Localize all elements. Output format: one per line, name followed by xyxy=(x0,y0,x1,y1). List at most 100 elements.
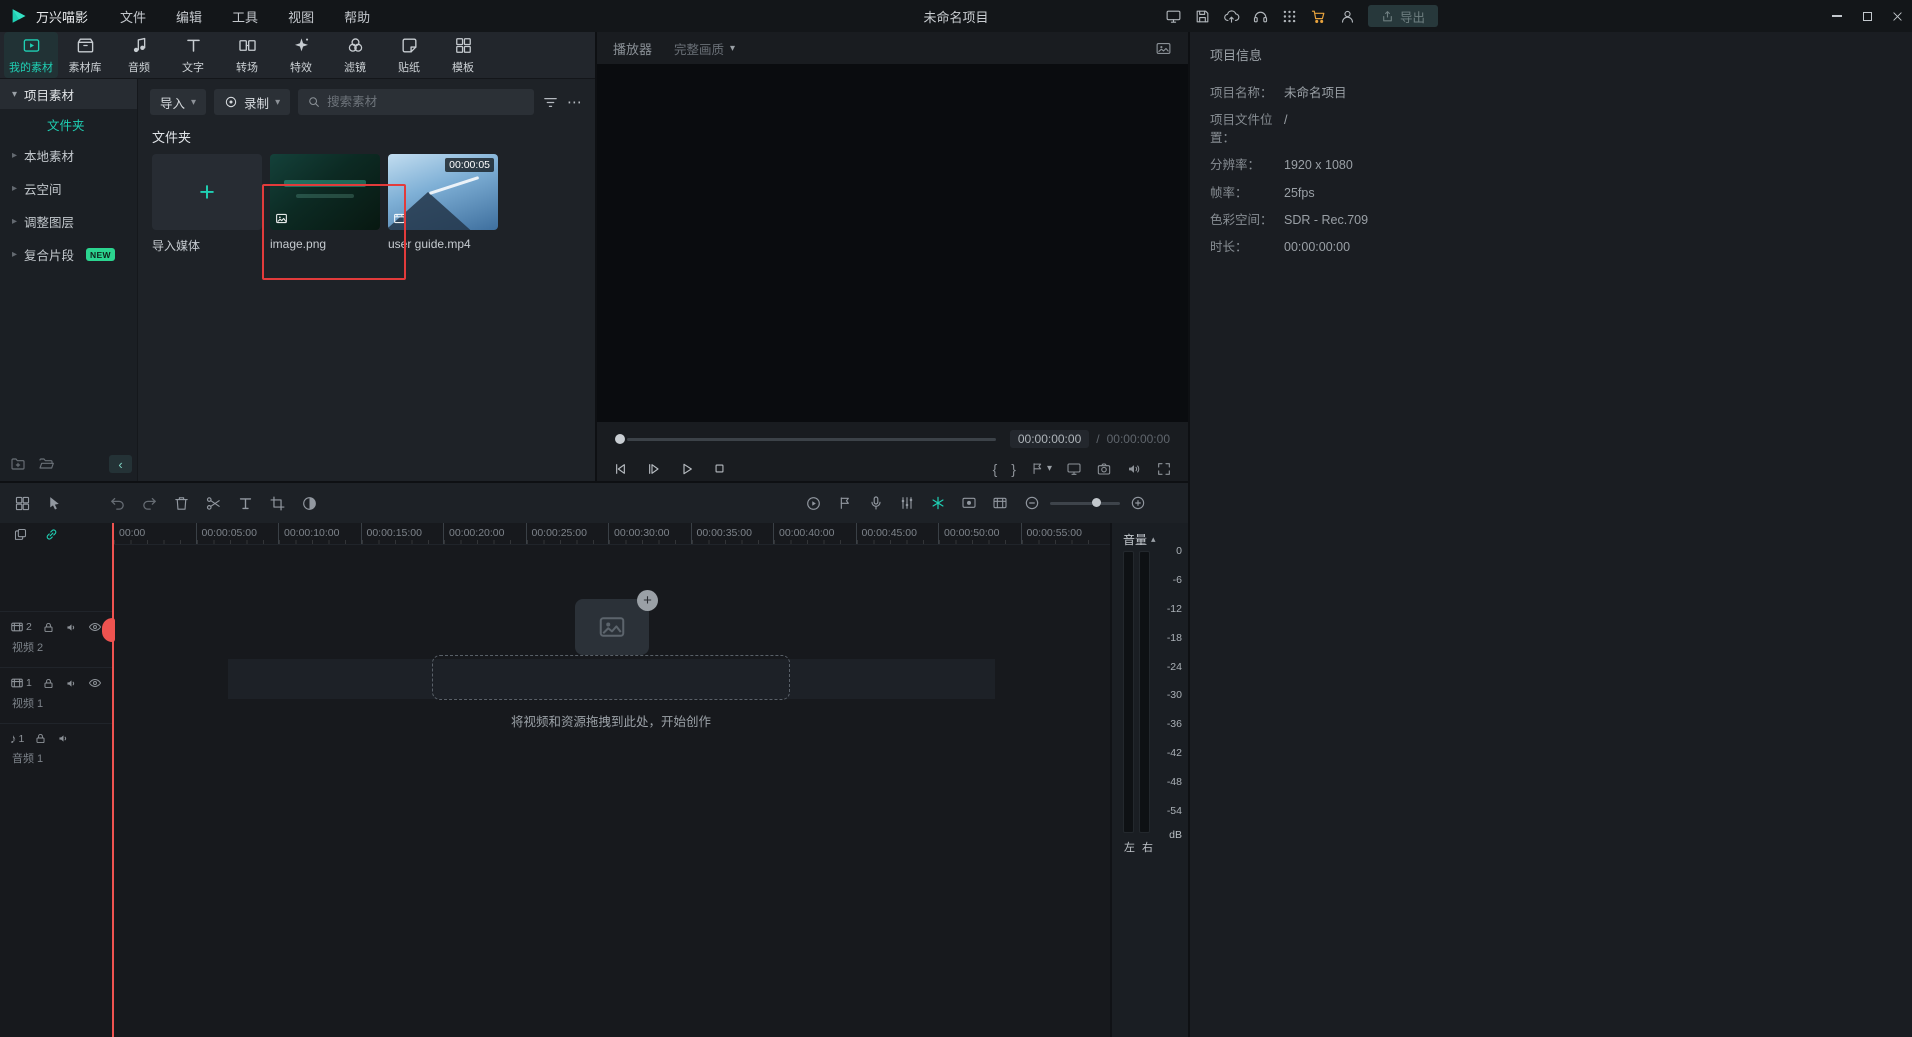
marker-icon[interactable] xyxy=(837,495,853,511)
screen-record-icon[interactable] xyxy=(961,495,977,511)
delete-icon[interactable] xyxy=(173,495,190,512)
export-button[interactable]: 导出 xyxy=(1368,5,1438,27)
audio-mixer-icon[interactable] xyxy=(899,495,915,511)
sidebar-item-cloud-space[interactable]: ▸ 云空间 xyxy=(0,172,137,205)
lock-icon[interactable] xyxy=(34,732,47,745)
manage-tracks-icon[interactable] xyxy=(13,527,28,542)
account-icon[interactable] xyxy=(1339,8,1356,25)
menu-edit[interactable]: 编辑 xyxy=(176,7,202,26)
maximize-button[interactable] xyxy=(1852,0,1882,32)
image-thumbnail[interactable] xyxy=(270,154,380,230)
second-screen-icon[interactable] xyxy=(1066,461,1082,477)
media-item-video[interactable]: 00:00:05 user guide.mp4 xyxy=(388,154,498,254)
search-input[interactable] xyxy=(327,95,525,109)
tab-my-media[interactable]: 我的素材 xyxy=(4,32,58,78)
collapse-sidebar-button[interactable]: ‹ xyxy=(109,455,132,473)
new-folder-icon[interactable] xyxy=(10,456,26,472)
minimize-button[interactable] xyxy=(1822,0,1852,32)
menu-tools[interactable]: 工具 xyxy=(232,7,258,26)
zoom-in-icon[interactable] xyxy=(1130,495,1146,511)
mute-speaker-icon[interactable] xyxy=(65,621,78,634)
sidebar-item-local-media[interactable]: ▸ 本地素材 xyxy=(0,139,137,172)
visibility-eye-icon[interactable] xyxy=(88,620,102,634)
mark-out-icon[interactable]: } xyxy=(1011,461,1016,477)
more-options-icon[interactable]: ⋯ xyxy=(567,93,583,111)
plus-icon: + xyxy=(643,593,652,608)
split-scissors-icon[interactable] xyxy=(205,495,222,512)
tab-effects[interactable]: 特效 xyxy=(274,32,328,78)
media-dropzone[interactable] xyxy=(432,655,790,700)
select-tool-icon[interactable] xyxy=(46,495,63,512)
sidebar-item-adjustment-layer[interactable]: ▸ 调整图层 xyxy=(0,205,137,238)
tab-stickers[interactable]: 贴纸 xyxy=(382,32,436,78)
save-icon[interactable] xyxy=(1194,8,1211,25)
previous-frame-button[interactable] xyxy=(613,461,629,477)
lock-icon[interactable] xyxy=(42,677,55,690)
undo-icon[interactable] xyxy=(109,495,126,512)
volume-meter-header[interactable]: 音量 ▴ xyxy=(1123,529,1156,549)
crop-icon[interactable] xyxy=(269,495,286,512)
tab-audio[interactable]: 音频 xyxy=(112,32,166,78)
media-item-image[interactable]: image.png xyxy=(270,154,380,254)
tab-text[interactable]: 文字 xyxy=(166,32,220,78)
seek-knob[interactable] xyxy=(615,434,625,444)
mute-speaker-icon[interactable] xyxy=(57,732,70,745)
tab-stock-library[interactable]: 素材库 xyxy=(58,32,112,78)
store-cart-icon[interactable] xyxy=(1310,8,1327,25)
text-tool-icon[interactable] xyxy=(237,495,254,512)
sidebar-item-compound-clip[interactable]: ▸ 复合片段 NEW xyxy=(0,238,137,271)
voiceover-mic-icon[interactable] xyxy=(868,495,884,511)
play-from-start-button[interactable] xyxy=(646,461,662,477)
support-headset-icon[interactable] xyxy=(1252,8,1269,25)
import-button[interactable]: 导入 ▾ xyxy=(150,89,206,115)
sidebar-item-folder[interactable]: 文件夹 xyxy=(0,109,137,139)
timeline-ruler[interactable]: 00:00 00:00:05:00 00:00:10:00 00:00:15:0… xyxy=(113,523,1110,545)
mute-speaker-icon[interactable] xyxy=(65,677,78,690)
filter-icon[interactable] xyxy=(542,94,559,111)
app-logo-icon xyxy=(10,7,28,25)
redo-icon[interactable] xyxy=(141,495,158,512)
visibility-eye-icon[interactable] xyxy=(88,676,102,690)
open-folder-icon[interactable] xyxy=(38,456,54,472)
import-media-thumb[interactable]: + xyxy=(152,154,262,230)
menu-file[interactable]: 文件 xyxy=(120,7,146,26)
stop-button[interactable] xyxy=(712,461,727,476)
zoom-slider-knob[interactable] xyxy=(1092,498,1101,507)
quality-dropdown[interactable]: 完整画质 ▾ xyxy=(674,39,735,58)
tab-filters[interactable]: 滤镜 xyxy=(328,32,382,78)
chevron-up-icon: ▴ xyxy=(1151,534,1156,545)
lock-icon[interactable] xyxy=(42,621,55,634)
menu-view[interactable]: 视图 xyxy=(288,7,314,26)
menu-help[interactable]: 帮助 xyxy=(344,7,370,26)
color-match-icon[interactable] xyxy=(301,495,318,512)
info-label: 时长： xyxy=(1210,238,1274,256)
auto-ripple-link-icon[interactable] xyxy=(44,527,59,542)
playhead[interactable] xyxy=(112,523,114,1037)
render-preview-icon[interactable] xyxy=(805,495,822,512)
media-grid: + 导入媒体 image.png xyxy=(138,154,595,254)
mark-in-icon[interactable]: { xyxy=(993,461,998,477)
close-button[interactable] xyxy=(1882,0,1912,32)
tab-transitions[interactable]: 转场 xyxy=(220,32,274,78)
record-button[interactable]: 录制 ▾ xyxy=(214,89,290,115)
speaker-icon[interactable] xyxy=(1126,461,1142,477)
video-thumbnail[interactable]: 00:00:05 xyxy=(388,154,498,230)
filmstrip-view-icon[interactable] xyxy=(992,495,1008,511)
workspace-layout-icon[interactable] xyxy=(14,495,31,512)
tab-templates[interactable]: 模板 xyxy=(436,32,490,78)
cloud-upload-icon[interactable] xyxy=(1223,8,1240,25)
zoom-slider[interactable] xyxy=(1050,502,1120,505)
fullscreen-icon[interactable] xyxy=(1156,461,1172,477)
add-marker-button[interactable]: ▾ xyxy=(1030,461,1052,476)
snapshot-camera-icon[interactable] xyxy=(1096,461,1112,477)
display-mode-icon[interactable] xyxy=(1165,8,1182,25)
playhead-handle[interactable] xyxy=(102,618,115,642)
import-media-card[interactable]: + 导入媒体 xyxy=(152,154,262,254)
smart-cut-icon[interactable] xyxy=(930,495,946,511)
apps-grid-icon[interactable] xyxy=(1281,8,1298,25)
compare-view-icon[interactable] xyxy=(1155,40,1172,57)
seek-track[interactable] xyxy=(627,438,996,441)
play-button[interactable] xyxy=(679,461,695,477)
sidebar-item-project-media[interactable]: ▾ 项目素材 xyxy=(0,79,137,109)
zoom-out-icon[interactable] xyxy=(1024,495,1040,511)
